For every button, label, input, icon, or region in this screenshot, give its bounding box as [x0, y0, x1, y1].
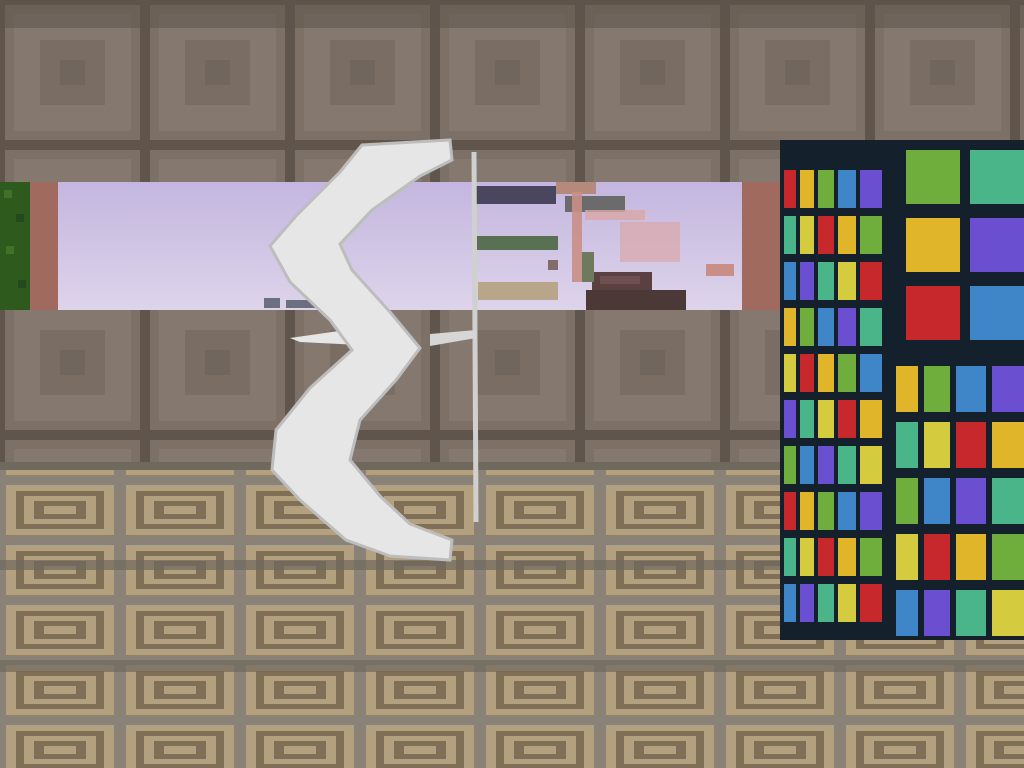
- glass-pane: [818, 400, 834, 438]
- game-scene: [0, 0, 1024, 768]
- glass-pane: [992, 534, 1024, 580]
- glass-pane: [896, 478, 918, 524]
- glass-pane: [800, 446, 814, 484]
- glass-pane: [784, 354, 796, 392]
- glass-pane: [784, 400, 796, 438]
- glass-pane: [838, 446, 856, 484]
- glass-pane: [956, 366, 986, 412]
- glass-pane: [800, 400, 814, 438]
- glass-pane: [838, 308, 856, 346]
- glass-pane: [818, 308, 834, 346]
- glass-pane: [970, 150, 1024, 204]
- glass-pane: [838, 170, 856, 208]
- glass-pane: [924, 534, 950, 580]
- glass-pane: [838, 354, 856, 392]
- glass-pane: [860, 446, 882, 484]
- glass-pane: [956, 478, 986, 524]
- glass-pane: [896, 366, 918, 412]
- terracotta-edge-right: [742, 182, 782, 310]
- glass-pane: [924, 478, 950, 524]
- glass-pane: [860, 170, 882, 208]
- glass-pane: [970, 218, 1024, 272]
- terracotta-edge-left: [30, 182, 58, 310]
- glass-pane: [838, 262, 856, 300]
- glass-pane: [992, 590, 1024, 636]
- glass-pane: [784, 170, 796, 208]
- stained-glass-pillar: [780, 140, 1024, 640]
- glass-pane: [896, 590, 918, 636]
- glass-pane: [818, 216, 834, 254]
- glass-pane: [956, 534, 986, 580]
- glass-pane: [784, 262, 796, 300]
- glass-pane: [800, 354, 814, 392]
- glass-pane: [784, 308, 796, 346]
- glass-pane: [860, 400, 882, 438]
- glass-pane: [906, 286, 960, 340]
- glass-pane: [800, 170, 814, 208]
- glass-pane: [860, 354, 882, 392]
- glass-pane: [818, 492, 834, 530]
- glass-pane: [800, 216, 814, 254]
- glass-pane: [818, 170, 834, 208]
- glass-pane: [800, 308, 814, 346]
- glass-pane: [838, 492, 856, 530]
- leaves-block: [0, 182, 30, 310]
- glass-pane: [924, 590, 950, 636]
- glass-pane: [896, 534, 918, 580]
- glass-pane: [924, 422, 950, 468]
- glass-pane: [838, 400, 856, 438]
- glass-pane: [956, 590, 986, 636]
- glass-pane: [838, 584, 856, 622]
- glass-pane: [838, 538, 856, 576]
- glass-pane: [784, 216, 796, 254]
- glass-pane: [992, 478, 1024, 524]
- glass-pane: [860, 538, 882, 576]
- glass-pane: [818, 446, 834, 484]
- game-viewport[interactable]: [0, 0, 1024, 768]
- glass-pane: [800, 538, 814, 576]
- glass-pane: [924, 366, 950, 412]
- glass-pane: [906, 150, 960, 204]
- glass-pane: [800, 492, 814, 530]
- glass-pane: [860, 216, 882, 254]
- glass-pane: [970, 286, 1024, 340]
- glass-pane: [800, 262, 814, 300]
- glass-pane: [992, 422, 1024, 468]
- glass-pane: [860, 308, 882, 346]
- glass-pane: [956, 422, 986, 468]
- glass-pane: [896, 422, 918, 468]
- glass-pane: [784, 492, 796, 530]
- glass-pane: [906, 218, 960, 272]
- glass-pane: [800, 584, 814, 622]
- glass-pane: [818, 538, 834, 576]
- glass-pane: [860, 262, 882, 300]
- glass-pane: [838, 216, 856, 254]
- glass-pane: [818, 584, 834, 622]
- glass-pane: [818, 354, 834, 392]
- glass-pane: [784, 446, 796, 484]
- glass-pane: [860, 492, 882, 530]
- glass-pane: [784, 584, 796, 622]
- glass-pane: [818, 262, 834, 300]
- glass-pane: [860, 584, 882, 622]
- glass-pane: [784, 538, 796, 576]
- glass-pane: [992, 366, 1024, 412]
